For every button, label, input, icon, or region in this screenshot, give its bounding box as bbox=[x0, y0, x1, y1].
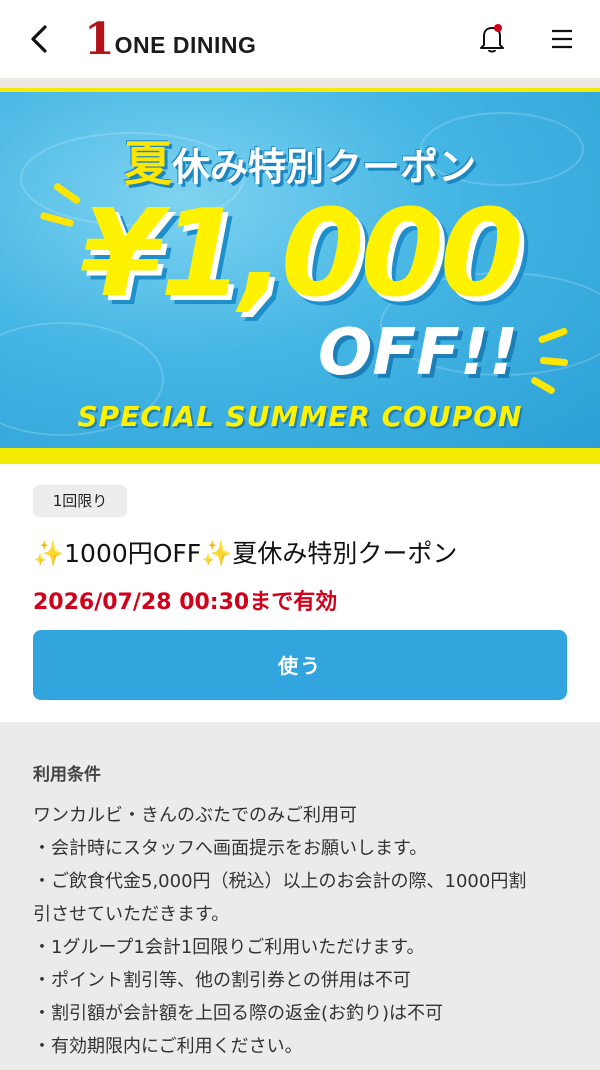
terms-line: ・1グループ1会計1回限りご利用いただけます。 bbox=[33, 937, 425, 958]
terms-line: ・会計時にスタッフへ画面提示をお願いします。 bbox=[33, 838, 428, 859]
banner-amount: ¥1,000 bbox=[80, 185, 523, 324]
notification-dot bbox=[494, 24, 502, 32]
logo-text: ONE DINING bbox=[114, 32, 257, 58]
terms-line: ワンカルビ・きんのぶたでのみご利用可 bbox=[33, 805, 357, 826]
terms-line: ・ご飲食代金5,000円（税込）以上のお会計の際、1000円割 bbox=[33, 871, 527, 892]
logo-number: 1 bbox=[84, 14, 115, 65]
use-coupon-button[interactable]: 使う bbox=[33, 630, 567, 700]
banner-background: 夏休み特別クーポン ¥1,000 OFF!! SPECIAL SUMMER CO… bbox=[0, 92, 600, 448]
terms-line: ・ポイント割引等、他の割引券との併用は不可 bbox=[33, 970, 411, 991]
terms-line: 引させていただきます。 bbox=[33, 904, 230, 925]
app-header: 1 ONE DINING bbox=[0, 0, 600, 78]
terms-section: 利用条件 ワンカルビ・きんのぶたでのみご利用可 ・会計時にスタッフへ画面提示をお… bbox=[33, 760, 573, 1063]
usage-limit-badge: 1回限り bbox=[33, 485, 127, 517]
bell-icon[interactable] bbox=[478, 22, 506, 54]
chevron-left-icon[interactable] bbox=[28, 22, 52, 56]
banner-subtitle: SPECIAL SUMMER COUPON bbox=[77, 400, 523, 433]
coupon-card: 1回限り ✨1000円OFF✨夏休み特別クーポン 2026/07/28 00:3… bbox=[0, 464, 600, 722]
banner-title-highlight: 夏 bbox=[123, 136, 172, 192]
terms-line: ・割引額が会計額を上回る際の返金(お釣り)は不可 bbox=[33, 1003, 444, 1024]
banner-off-label: OFF!! bbox=[318, 316, 519, 390]
coupon-title: ✨1000円OFF✨夏休み特別クーポン bbox=[33, 539, 458, 568]
brand-logo[interactable]: 1 ONE DINING bbox=[84, 14, 256, 62]
coupon-expiry: 2026/07/28 00:30まで有効 bbox=[33, 590, 338, 615]
header-divider bbox=[0, 78, 600, 88]
terms-title: 利用条件 bbox=[33, 765, 101, 785]
coupon-banner: 夏休み特別クーポン ¥1,000 OFF!! SPECIAL SUMMER CO… bbox=[0, 88, 600, 464]
hamburger-menu-icon[interactable] bbox=[550, 26, 574, 52]
terms-line: ・有効期限内にご利用ください。 bbox=[33, 1036, 303, 1057]
banner-title-rest: 休み特別クーポン bbox=[172, 145, 477, 189]
banner-title: 夏休み特別クーポン bbox=[0, 124, 600, 194]
